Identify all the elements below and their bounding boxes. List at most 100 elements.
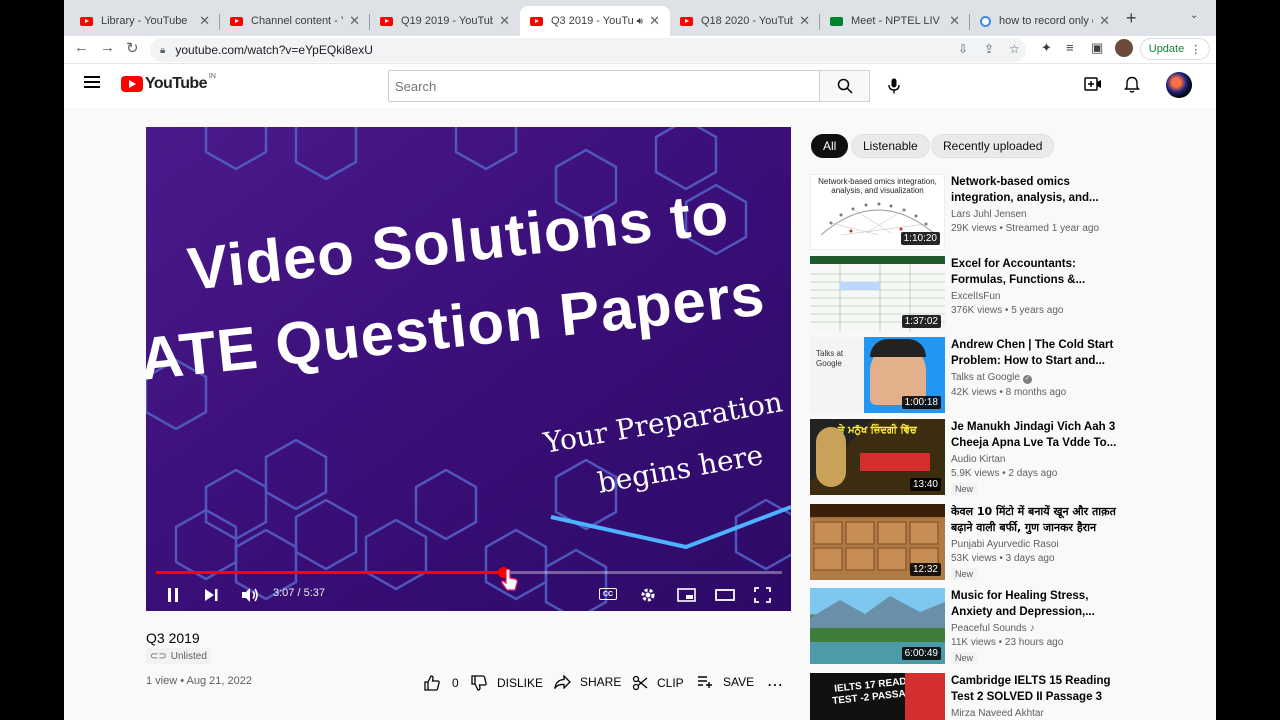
dislike-button[interactable]: DISLIKE xyxy=(471,675,543,691)
video-title[interactable]: Je Manukh Jindagi Vich Aah 3 Cheeja Apna… xyxy=(951,419,1121,451)
share-icon[interactable]: ⇪ xyxy=(984,42,994,56)
video-thumbnail[interactable]: ਜੇ ਮਨੁੱਖ ਜ਼ਿੰਦਗੀ ਵਿੱਚ 13:40 xyxy=(810,419,945,495)
forward-icon[interactable]: → xyxy=(100,39,115,56)
video-thumbnail[interactable]: IELTS 17 READING TEST -2 PASSAGE-3 xyxy=(810,673,945,720)
speaker-icon[interactable]: 🔊︎ xyxy=(637,16,643,27)
dislike-label: DISLIKE xyxy=(497,676,544,690)
browser-tab[interactable]: Q19 2019 - YouTube ✕ xyxy=(370,6,520,36)
close-icon[interactable]: ✕ xyxy=(949,13,960,29)
video-title[interactable]: Music for Healing Stress, Anxiety and De… xyxy=(951,588,1121,620)
recommended-video[interactable]: IELTS 17 READING TEST -2 PASSAGE-3 Cambr… xyxy=(810,673,1120,720)
close-icon[interactable]: ✕ xyxy=(799,13,810,29)
search-icon xyxy=(837,78,853,94)
back-icon[interactable]: ← xyxy=(74,39,89,56)
thumbnail-text: Talks at Google xyxy=(816,349,844,368)
browser-tab[interactable]: how to record only o ✕ xyxy=(970,6,1120,36)
video-title[interactable]: केवल 10 मिंटो में बनायें खून और ताक़त बढ… xyxy=(951,504,1121,536)
recommended-video[interactable]: Network-based omics integration, analysi… xyxy=(810,174,1120,250)
browser-tab[interactable]: Meet - NPTEL LIV ✕ xyxy=(820,6,970,36)
progress-fill xyxy=(156,571,504,574)
channel-name[interactable]: Punjabi Ayurvedic Rasoi xyxy=(951,539,1121,550)
lock-icon[interactable]: 🔒︎ xyxy=(160,45,165,56)
pause-icon[interactable] xyxy=(166,587,180,603)
browser-tab[interactable]: Q18 2020 - YouTube ✕ xyxy=(670,6,820,36)
miniplayer-icon[interactable] xyxy=(677,588,696,602)
chevron-down-icon[interactable]: ⌄ xyxy=(1190,10,1198,21)
video-title[interactable]: Cambridge IELTS 15 Reading Test 2 SOLVED… xyxy=(951,673,1121,705)
update-button[interactable]: Update ⋮ xyxy=(1140,38,1210,60)
video-title[interactable]: Excel for Accountants: Formulas, Functio… xyxy=(951,256,1121,288)
channel-name[interactable]: Talks at Google ✓ xyxy=(951,372,1121,384)
volume-icon[interactable] xyxy=(241,587,259,603)
fullscreen-icon[interactable] xyxy=(754,587,771,603)
recommended-video[interactable]: 1:37:02 Excel for Accountants: Formulas,… xyxy=(810,256,1120,332)
new-tab-icon[interactable]: + xyxy=(1126,8,1137,29)
extensions-icon[interactable]: ✦ xyxy=(1041,40,1052,56)
media-queue-icon[interactable]: ≡ xyxy=(1066,40,1074,55)
profile-avatar[interactable] xyxy=(1115,39,1133,57)
close-icon[interactable]: ✕ xyxy=(199,13,210,29)
voice-search-button[interactable] xyxy=(878,70,910,102)
channel-name[interactable]: ExcelIsFun xyxy=(951,291,1121,302)
create-video-icon[interactable] xyxy=(1084,76,1102,92)
figure-portrait xyxy=(816,427,846,487)
save-button[interactable]: SAVE xyxy=(697,675,754,689)
channel-name[interactable]: Lars Juhl Jensen xyxy=(951,209,1121,220)
address-bar[interactable]: 🔒︎ youtube.com/watch?v=eYpEQki8exU xyxy=(150,38,1026,62)
recommended-video[interactable]: 6:00:49 Music for Healing Stress, Anxiet… xyxy=(810,588,1120,664)
hamburger-menu-icon[interactable] xyxy=(84,76,100,88)
browser-tab-active[interactable]: Q3 2019 - YouTub 🔊︎ ✕ xyxy=(520,6,670,36)
thumbnail-text: Network-based omics integration, analysi… xyxy=(818,177,937,195)
like-count: 0 xyxy=(452,676,459,690)
close-icon[interactable]: ✕ xyxy=(649,13,660,29)
like-button[interactable]: 0 xyxy=(424,675,459,691)
browser-tab[interactable]: Channel content - Yo ✕ xyxy=(220,6,370,36)
video-thumbnail[interactable]: 1:37:02 xyxy=(810,256,945,332)
clip-label: CLIP xyxy=(657,676,684,690)
video-thumbnail[interactable]: 12:32 xyxy=(810,504,945,580)
notifications-bell-icon[interactable] xyxy=(1124,76,1140,94)
search-input[interactable] xyxy=(388,70,820,102)
next-video-icon[interactable] xyxy=(204,588,218,602)
close-icon[interactable]: ✕ xyxy=(1099,13,1110,29)
browser-tab[interactable]: Library - YouTube ✕ xyxy=(70,6,220,36)
channel-name[interactable]: Audio Kirtan xyxy=(951,454,1121,465)
video-thumbnail[interactable]: 6:00:49 xyxy=(810,588,945,664)
video-stats: 42K views • 8 months ago xyxy=(951,387,1067,398)
more-actions-icon[interactable]: ⋯ xyxy=(767,675,783,695)
close-icon[interactable]: ✕ xyxy=(349,13,360,29)
clip-button[interactable]: CLIP xyxy=(632,675,684,691)
install-icon[interactable]: ⇩ xyxy=(958,42,968,56)
verified-check-icon: ✓ xyxy=(1022,375,1032,384)
chip-listenable[interactable]: Listenable xyxy=(851,134,930,158)
video-player[interactable]: Video Solutions to ATE Question Papers Y… xyxy=(146,127,791,611)
recommended-video[interactable]: 12:32 केवल 10 मिंटो में बनायें खून और ता… xyxy=(810,504,1120,580)
video-thumbnail[interactable]: Talks at Google 1:00:18 xyxy=(810,337,945,413)
recommended-video[interactable]: Talks at Google 1:00:18 Andrew Chen | Th… xyxy=(810,337,1120,413)
sidebar-icon[interactable]: ▣ xyxy=(1091,40,1103,56)
close-icon[interactable]: ✕ xyxy=(499,13,510,29)
subtitles-icon[interactable]: CC xyxy=(599,588,617,600)
reload-icon[interactable]: ↻ xyxy=(126,39,139,57)
search-button[interactable] xyxy=(819,70,870,102)
bookmark-star-icon[interactable]: ☆ xyxy=(1009,42,1020,56)
add-to-playlist-icon xyxy=(698,676,712,688)
chip-recently-uploaded[interactable]: Recently uploaded xyxy=(931,134,1055,158)
video-title[interactable]: Network-based omics integration, analysi… xyxy=(951,174,1121,206)
video-stats: 11K views • 23 hours ago xyxy=(951,637,1064,648)
youtube-logo[interactable]: YouTube IN xyxy=(121,73,216,93)
video-title[interactable]: Andrew Chen | The Cold Start Problem: Ho… xyxy=(951,337,1121,369)
account-avatar[interactable] xyxy=(1166,72,1192,98)
chip-all[interactable]: All xyxy=(811,134,849,158)
progress-bar[interactable] xyxy=(156,567,782,578)
video-title: Q3 2019 xyxy=(146,630,200,646)
channel-name[interactable]: Mirza Naveed Akhtar xyxy=(951,708,1121,719)
microphone-icon xyxy=(888,78,900,94)
recommended-video[interactable]: ਜੇ ਮਨੁੱਖ ਜ਼ਿੰਦਗੀ ਵਿੱਚ 13:40 Je Manukh Ji… xyxy=(810,419,1120,495)
tab-title: Library - YouTube xyxy=(101,15,188,27)
video-thumbnail[interactable]: Network-based omics integration, analysi… xyxy=(810,174,945,250)
share-button[interactable]: SHARE xyxy=(554,675,621,689)
theater-mode-icon[interactable] xyxy=(715,589,735,601)
channel-name[interactable]: Peaceful Sounds ♪ xyxy=(951,623,1121,634)
settings-gear-icon[interactable] xyxy=(639,586,657,604)
